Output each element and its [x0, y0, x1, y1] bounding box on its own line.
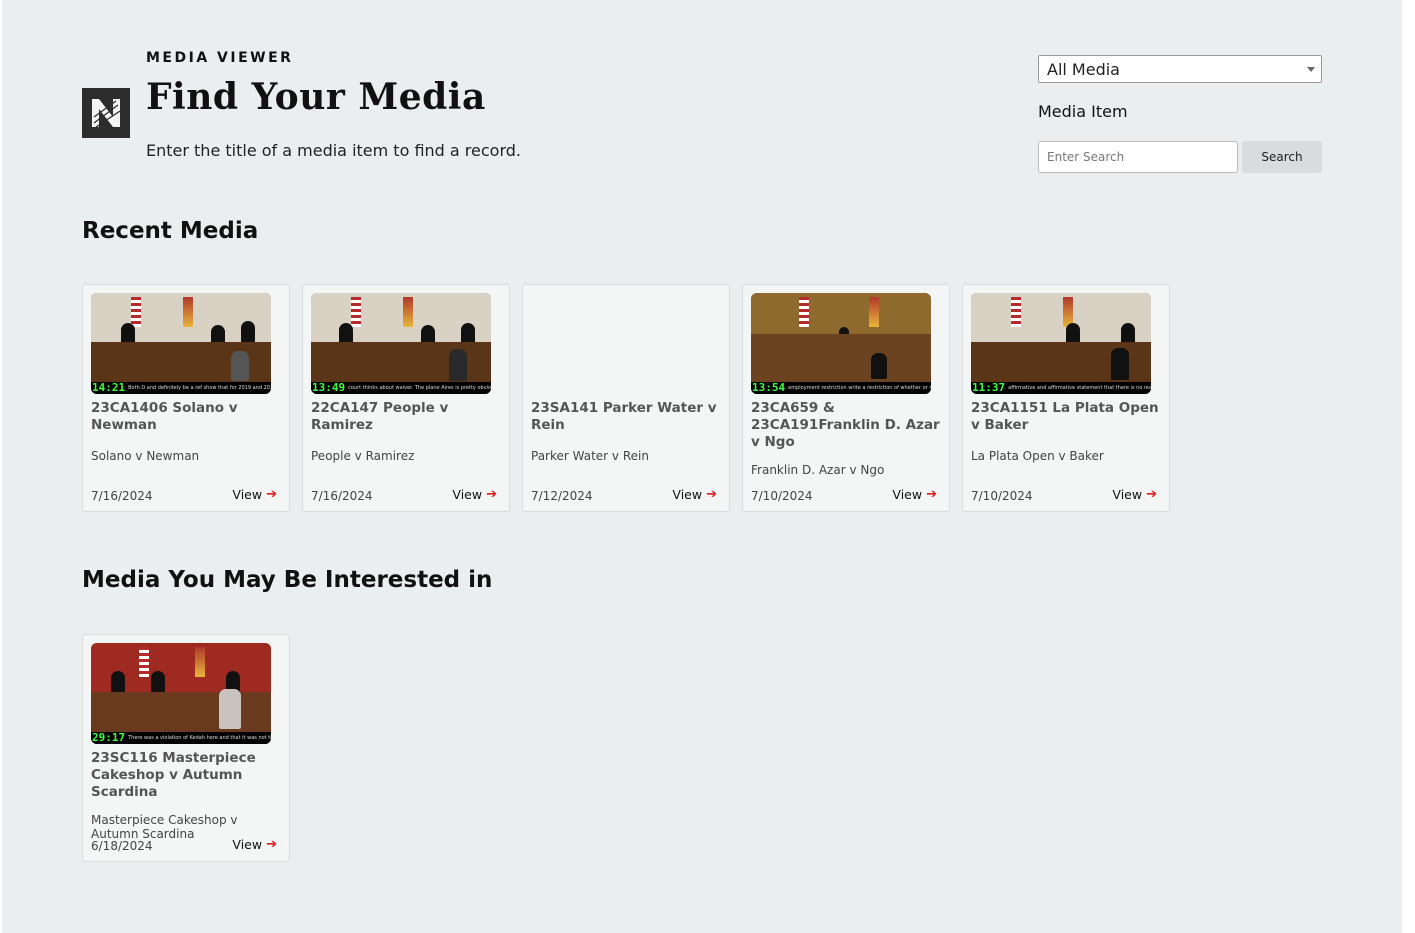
media-type-select[interactable]: All Media	[1038, 55, 1322, 83]
card-description: Parker Water v Rein	[531, 449, 649, 463]
caption-bar: 29:17 There was a violation of Kedah her…	[91, 732, 271, 744]
view-link[interactable]: View ➔	[232, 487, 277, 502]
caption-text: court thinks about waiver. The plane Air…	[348, 385, 491, 391]
card-date: 7/16/2024	[311, 489, 373, 503]
video-thumbnail[interactable]: 11:37 affirmative and affirmative statem…	[971, 293, 1151, 394]
card-title[interactable]: 23CA659 & 23CA191Franklin D. Azar v Ngo	[751, 400, 941, 451]
media-card[interactable]: 13:54 employment restriction write a res…	[742, 284, 950, 512]
card-description: La Plata Open v Baker	[971, 449, 1104, 463]
card-date: 6/18/2024	[91, 839, 153, 853]
page-eyebrow: MEDIA VIEWER	[146, 50, 294, 66]
interested-media-heading: Media You May Be Interested in	[82, 567, 493, 593]
card-title[interactable]: 23SA141 Parker Water v Rein	[531, 400, 721, 434]
caption-bar: 11:37 affirmative and affirmative statem…	[971, 382, 1151, 394]
page-subtitle: Enter the title of a media item to find …	[146, 141, 521, 160]
card-date: 7/10/2024	[751, 489, 813, 503]
view-link-label: View	[672, 487, 703, 502]
view-link-label: View	[892, 487, 923, 502]
recent-media-heading: Recent Media	[82, 218, 259, 244]
video-thumbnail[interactable]: 14:21 Both D and definitely be a ref sho…	[91, 293, 271, 394]
card-date: 7/16/2024	[91, 489, 153, 503]
video-timestamp: 29:17	[92, 731, 126, 744]
view-link[interactable]: View ➔	[672, 487, 717, 502]
logo-n-icon	[92, 99, 121, 128]
page-title: Find Your Media	[146, 76, 486, 118]
video-timestamp: 13:49	[312, 381, 346, 394]
chevron-down-icon	[1307, 67, 1315, 72]
caption-text: employment restriction write a restricti…	[788, 385, 931, 391]
view-link[interactable]: View ➔	[452, 487, 497, 502]
arrow-right-icon: ➔	[1146, 487, 1157, 502]
media-card[interactable]: 13:49 court thinks about waiver. The pla…	[302, 284, 510, 512]
media-card[interactable]: 29:17 There was a violation of Kedah her…	[82, 634, 290, 862]
caption-text: affirmative and affirmative statement th…	[1008, 385, 1151, 391]
card-description: Franklin D. Azar v Ngo	[751, 463, 885, 477]
view-link[interactable]: View ➔	[232, 837, 277, 852]
view-link[interactable]: View ➔	[1112, 487, 1157, 502]
view-link-label: View	[232, 837, 263, 852]
view-link-label: View	[452, 487, 483, 502]
card-title[interactable]: 22CA147 People v Ramirez	[311, 400, 501, 434]
arrow-right-icon: ➔	[266, 487, 277, 502]
arrow-right-icon: ➔	[706, 487, 717, 502]
video-thumbnail[interactable]: 13:49 court thinks about waiver. The pla…	[311, 293, 491, 394]
caption-bar: 14:21 Both D and definitely be a ref sho…	[91, 382, 271, 394]
card-title[interactable]: 23CA1406 Solano v Newman	[91, 400, 281, 434]
caption-bar: 13:49 court thinks about waiver. The pla…	[311, 382, 491, 394]
arrow-right-icon: ➔	[266, 837, 277, 852]
view-link-label: View	[232, 487, 263, 502]
media-type-selected: All Media	[1047, 60, 1120, 79]
caption-text: Both D and definitely be a ref show that…	[128, 385, 271, 391]
video-thumbnail[interactable]: 13:54 employment restriction write a res…	[751, 293, 931, 394]
media-card[interactable]: 11:37 affirmative and affirmative statem…	[962, 284, 1170, 512]
video-timestamp: 14:21	[92, 381, 126, 394]
media-item-label: Media Item	[1038, 102, 1128, 121]
card-date: 7/10/2024	[971, 489, 1033, 503]
video-thumbnail[interactable]: 29:17 There was a violation of Kedah her…	[91, 643, 271, 744]
media-card[interactable]: 14:21 Both D and definitely be a ref sho…	[82, 284, 290, 512]
card-description: Solano v Newman	[91, 449, 200, 463]
video-timestamp: 11:37	[972, 381, 1006, 394]
card-description: People v Ramirez	[311, 449, 415, 463]
card-date: 7/12/2024	[531, 489, 593, 503]
view-link-label: View	[1112, 487, 1143, 502]
site-logo[interactable]	[82, 88, 130, 138]
search-button[interactable]: Search	[1242, 141, 1322, 173]
card-title[interactable]: 23SC116 Masterpiece Cakeshop v Autumn Sc…	[91, 750, 281, 801]
page: MEDIA VIEWER Find Your Media Enter the t…	[2, 0, 1402, 933]
video-timestamp: 13:54	[752, 381, 786, 394]
media-card[interactable]: 23SA141 Parker Water v Rein Parker Water…	[522, 284, 730, 512]
card-title[interactable]: 23CA1151 La Plata Open v Baker	[971, 400, 1161, 434]
caption-text: There was a violation of Kedah here and …	[128, 735, 271, 741]
view-link[interactable]: View ➔	[892, 487, 937, 502]
search-input[interactable]	[1038, 141, 1238, 173]
caption-bar: 13:54 employment restriction write a res…	[751, 382, 931, 394]
arrow-right-icon: ➔	[486, 487, 497, 502]
arrow-right-icon: ➔	[926, 487, 937, 502]
